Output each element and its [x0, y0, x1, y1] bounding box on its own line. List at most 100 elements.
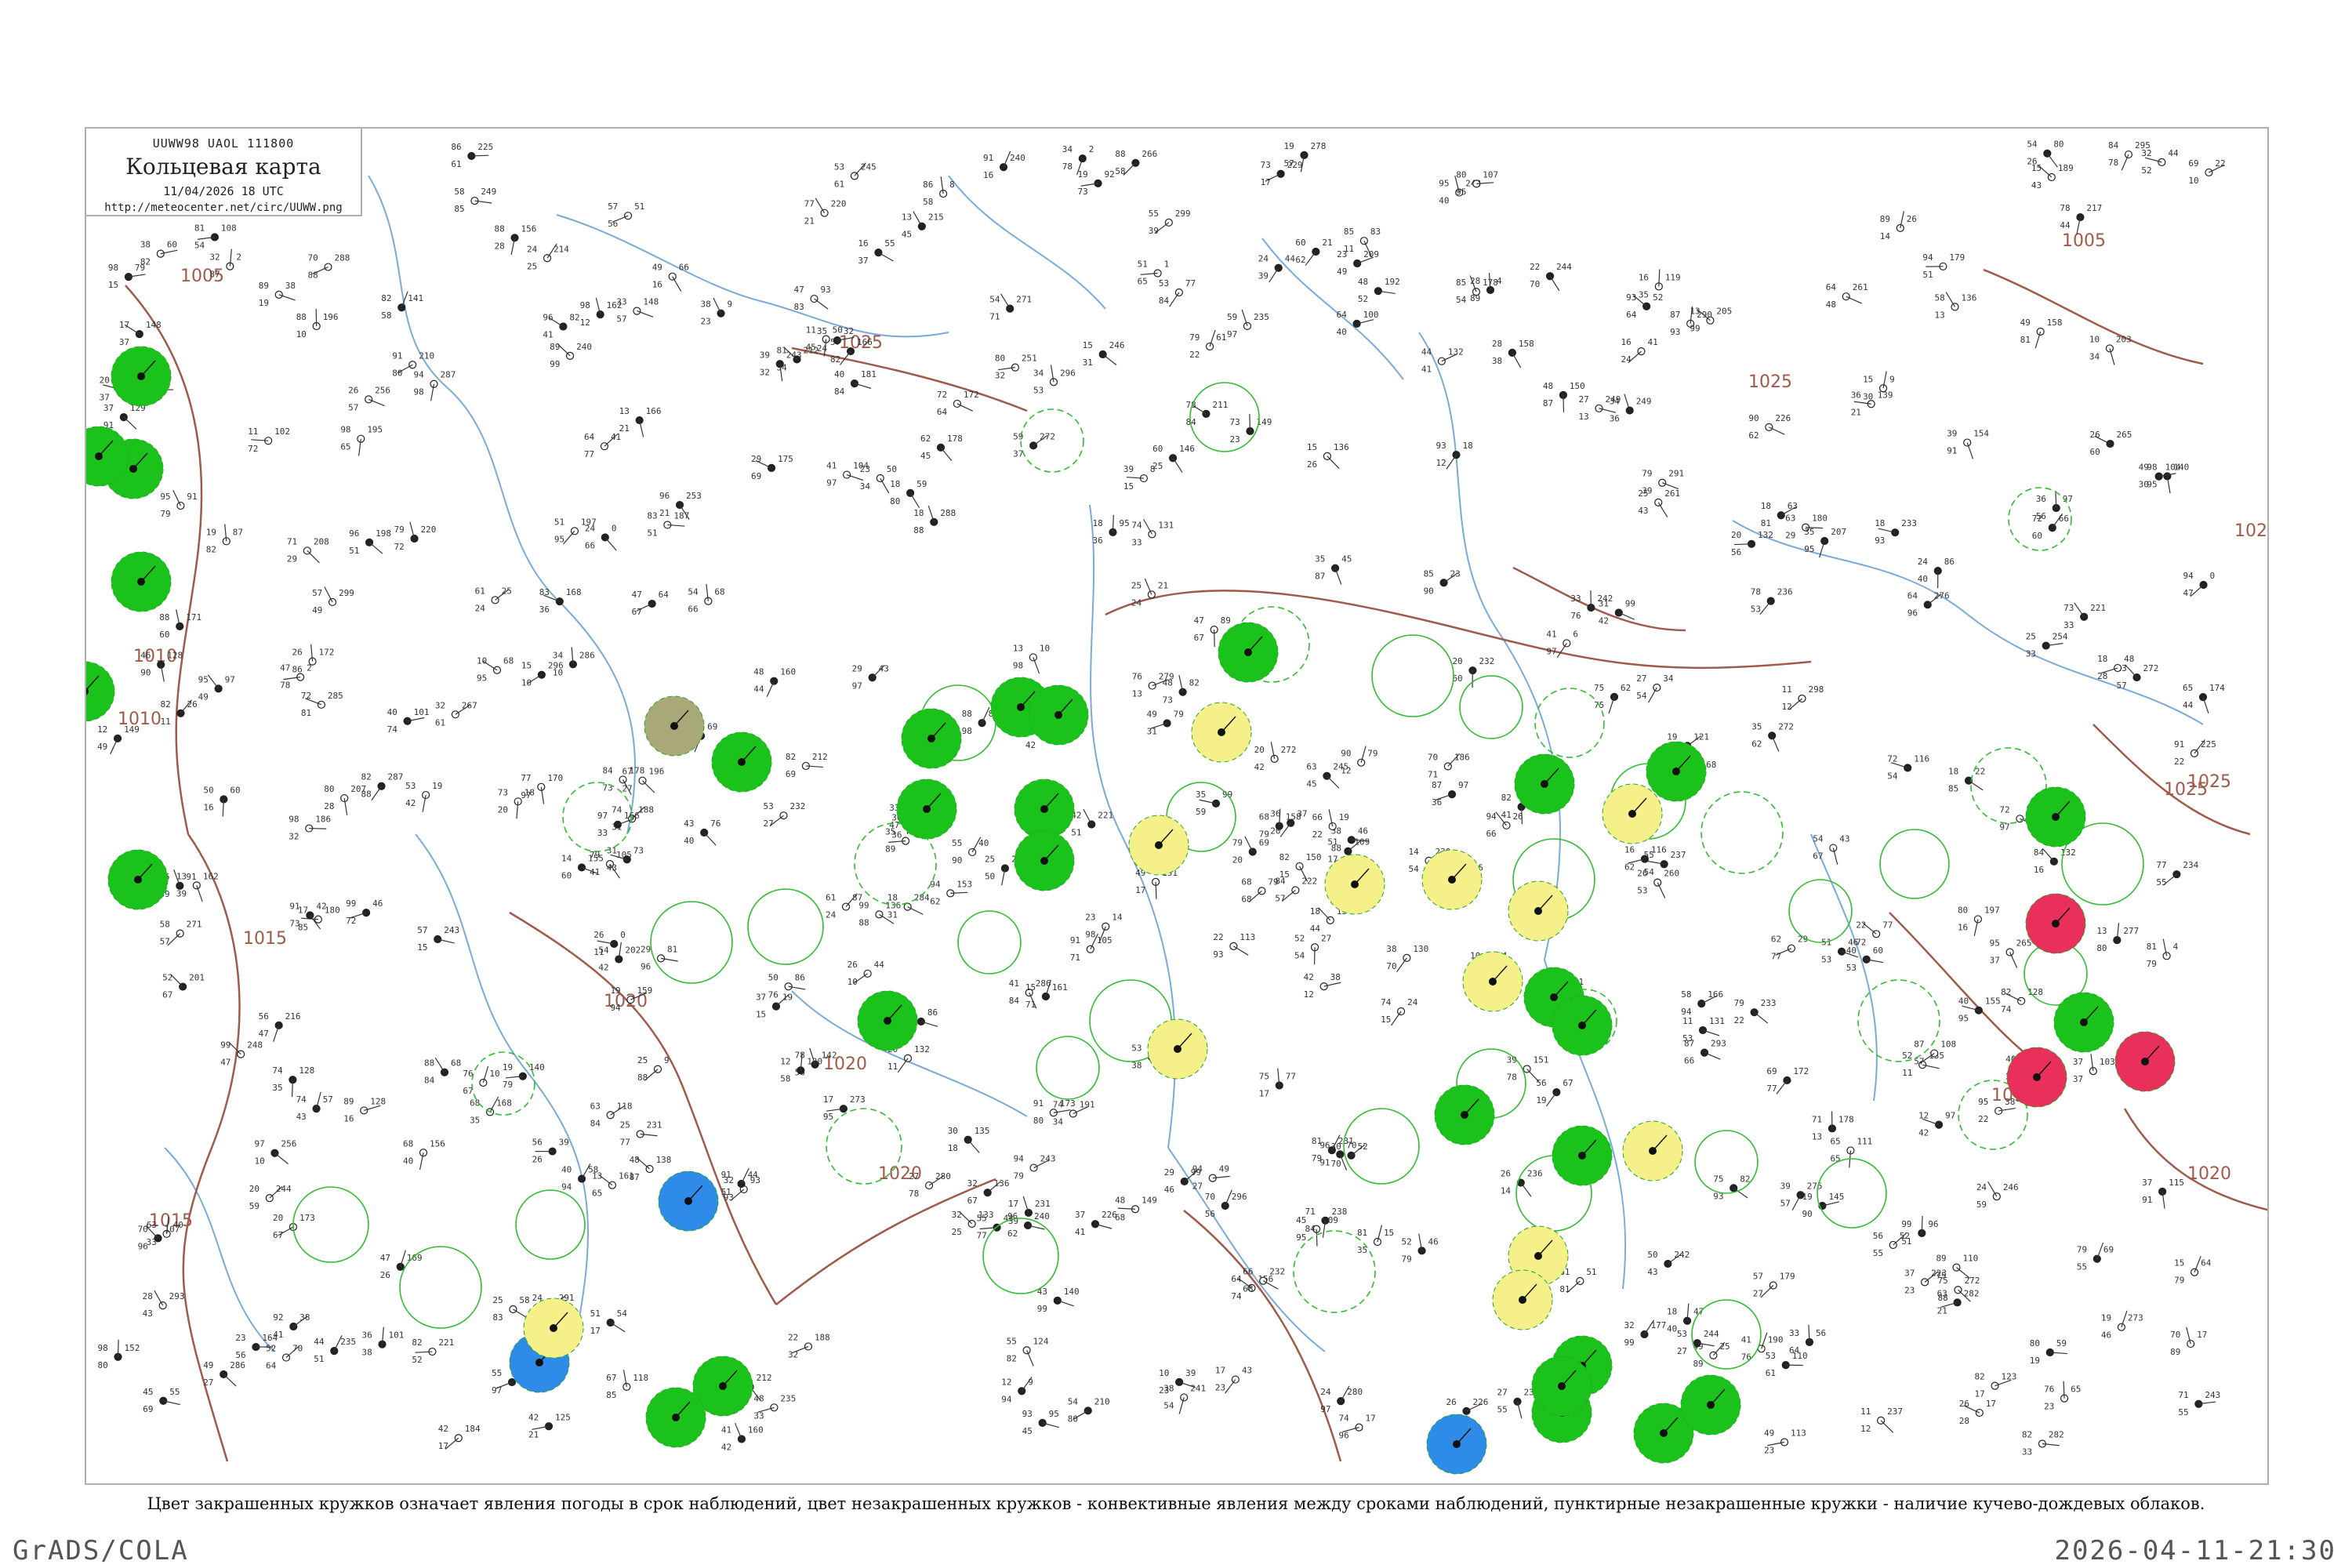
station-number: 91 — [1947, 446, 1957, 456]
station-number: 253 — [686, 491, 702, 501]
station-plot: 49 28627 — [203, 1360, 245, 1388]
station-plot: 37 22641 — [1075, 1210, 1117, 1237]
station-number: 24 — [1976, 1182, 1987, 1192]
station-plot: 22 7772 — [1856, 920, 1893, 947]
station-number: 19 — [1339, 812, 1349, 822]
station-number: 16 — [983, 170, 993, 180]
station-plot: 55 12482 — [1007, 1336, 1049, 1367]
wind-barb — [967, 1139, 980, 1153]
station-number: 0 — [612, 523, 617, 533]
station-plot: 25 988 — [637, 1055, 670, 1083]
page-title: Кольцевая карта — [125, 154, 321, 180]
station-plot: 26 23614 — [1501, 1169, 1543, 1197]
station-number: 69 — [786, 769, 796, 779]
station-number: 168 — [496, 1098, 512, 1108]
station-plot: 86 22561 — [451, 142, 493, 169]
station-plot: 74 2415 — [1381, 997, 1418, 1026]
wind-barb — [1846, 296, 1863, 304]
station-number: 82 — [412, 1338, 422, 1348]
station-plot: 22 18832 — [788, 1332, 830, 1359]
station-number: 82 — [786, 752, 796, 762]
phenomenon-station — [107, 849, 169, 910]
station-plot: 54 6866 — [688, 583, 725, 615]
wind-barb — [1316, 1229, 1318, 1247]
station-number: 79 — [1174, 709, 1184, 719]
station-number: 40 — [1439, 196, 1449, 206]
station-number: 109 — [1354, 837, 1370, 848]
station-number: 56 — [1873, 1231, 1883, 1241]
station-number: 57 — [1780, 1198, 1791, 1208]
station-number: 46 — [140, 651, 151, 661]
station-plot: 45 5569 — [143, 1387, 180, 1414]
station-number: 95 — [1049, 1409, 1059, 1419]
station-number: 53 — [1846, 963, 1857, 973]
station-number: 53 — [1751, 604, 1761, 615]
wind-barb — [604, 537, 617, 551]
cloud-cover-marker — [1896, 223, 1904, 232]
station-number: 84 — [2034, 848, 2045, 858]
station-number: 40 — [684, 836, 694, 846]
station-number: 179 — [1780, 1271, 1795, 1281]
station-number: 88 — [307, 270, 318, 281]
station-number: 256 — [375, 385, 390, 395]
station-number: 23 — [860, 464, 870, 474]
station-number: 84 — [2108, 140, 2119, 151]
station-number: 82 — [1007, 1353, 1017, 1363]
station-plot: 17 4323 — [1215, 1366, 1252, 1394]
station-number: 60 — [1152, 444, 1163, 454]
station-plot: 42 12521 — [528, 1412, 571, 1439]
station-number: 94 — [610, 1003, 621, 1013]
station-number: 11 — [593, 947, 604, 957]
station-number: 24 — [1918, 557, 1929, 567]
station-number: 78 — [1062, 162, 1073, 172]
station-number: 166 — [1708, 989, 1723, 1000]
station-number: 57 — [348, 402, 358, 412]
station-number: 82 — [569, 312, 579, 322]
station-number: 28 — [1492, 339, 1502, 349]
station-plot: 22 11393 — [1213, 932, 1255, 960]
station-number: 84 — [424, 1076, 435, 1086]
station-number: 95 — [1978, 1097, 1988, 1107]
station-number: 40 — [1846, 946, 1857, 956]
station-number: 158 — [2047, 318, 2063, 328]
station-number: 51 — [647, 528, 657, 538]
station-number: 79 — [394, 524, 405, 535]
station-number: 58 — [923, 197, 933, 207]
station-number: 62 — [1771, 935, 1781, 945]
station-plot: 24 24659 — [1976, 1181, 2019, 1210]
station-plot: 86 858 — [923, 176, 955, 207]
station-number: 71 — [1025, 1000, 1036, 1010]
wind-barb — [123, 416, 137, 430]
station-plot: 25 25433 — [2026, 632, 2068, 659]
station-number: 172 — [319, 648, 335, 658]
station-number: 81 — [1312, 1136, 1322, 1146]
station-number: 197 — [1984, 905, 2000, 915]
map-url-link[interactable]: http://meteocenter.net/circ/UUWW.png — [86, 201, 361, 214]
station-number: 32 — [2141, 148, 2151, 158]
isobar-label: 1020 — [2187, 1164, 2231, 1184]
station-number: 41 — [1009, 978, 1019, 989]
station-plot: 80 20728 — [324, 784, 366, 815]
station-number: 94 — [2183, 571, 2194, 581]
station-number: 104 — [2165, 463, 2181, 473]
station-number: 265 — [2016, 938, 2032, 949]
wind-barb — [735, 1422, 742, 1439]
station-number: 68 — [1259, 812, 1269, 822]
station-number: 161 — [619, 1171, 634, 1181]
station-number: 24 — [817, 343, 828, 354]
map-canvas: 1005 1010 1010 1015 1020 1020 1020 1015 … — [86, 140, 2267, 1475]
station-number: 70 — [138, 1224, 148, 1234]
station-plot: 82 21269 — [786, 752, 828, 779]
station-number: 34 — [553, 650, 564, 660]
station-number: 43 — [607, 862, 617, 873]
station-number: 91 — [187, 492, 197, 502]
station-plot: 15 18943 — [2031, 163, 2074, 191]
station-number: 240 — [576, 342, 592, 352]
station-number: 11 — [887, 1062, 898, 1072]
wind-barb — [1776, 1080, 1788, 1094]
wind-barb — [1396, 957, 1407, 973]
station-plot: 94 4927 — [1192, 1164, 1230, 1192]
station-number: 19 — [2030, 1356, 2040, 1366]
station-number: 26 — [1446, 1397, 1456, 1407]
station-number: 155 — [588, 853, 604, 863]
